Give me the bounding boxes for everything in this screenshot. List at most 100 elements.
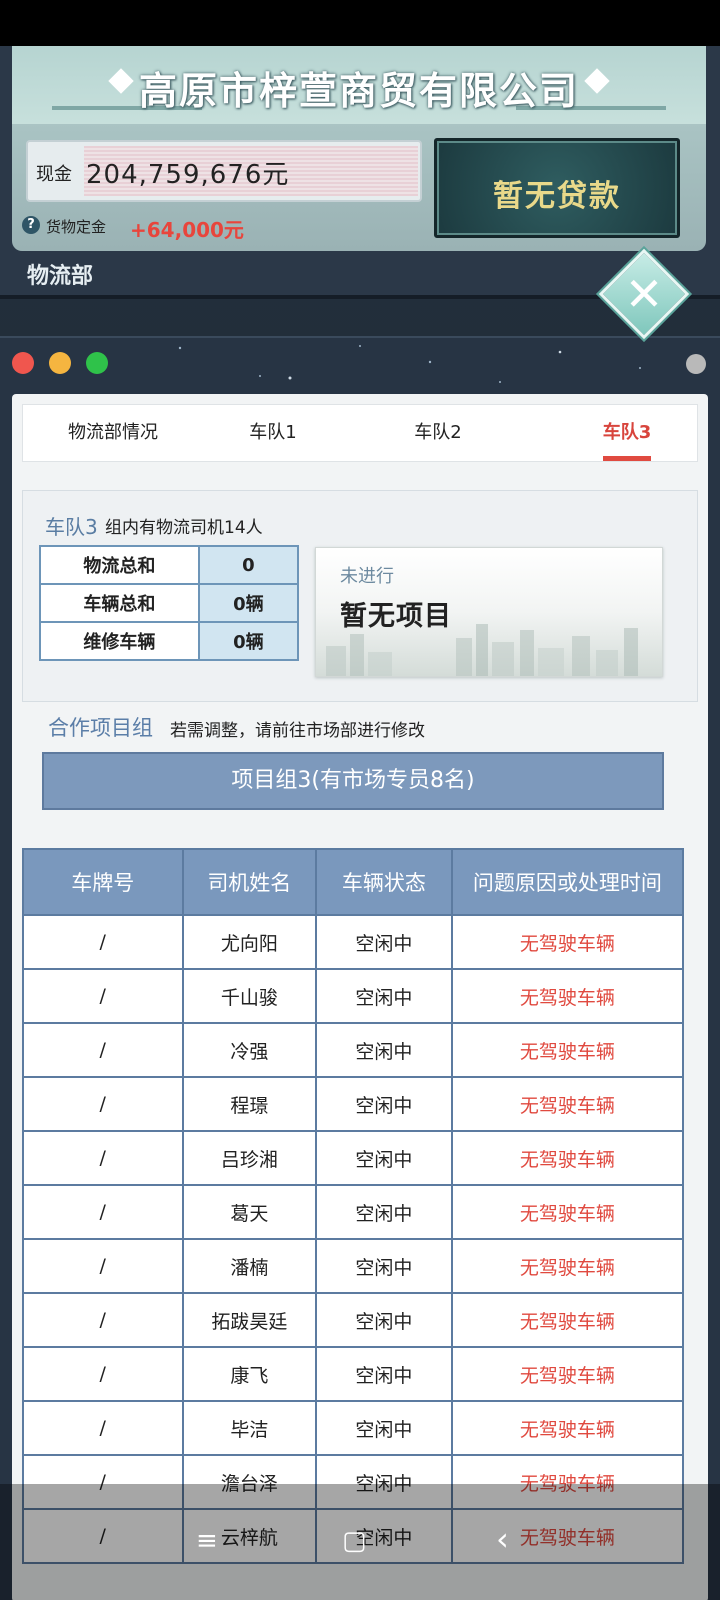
fleet-name: 车队3 <box>45 515 98 539</box>
driver-name-cell: 葛天 <box>181 1184 318 1240</box>
cooperation-hint: 若需调整，请前往市场部进行修改 <box>170 721 425 741</box>
status-cell: 空闲中 <box>315 1292 453 1348</box>
table-header-row: 车牌号 司机姓名 车辆状态 问题原因或处理时间 <box>22 848 685 916</box>
driver-table: 车牌号 司机姓名 车辆状态 问题原因或处理时间 / 尤向阳 空闲中 无驾驶车辆 / 千山… <box>22 848 685 1564</box>
issue-cell: 无驾驶车辆 <box>450 1076 685 1132</box>
driver-name-cell: 潘楠 <box>181 1238 318 1294</box>
loan-button[interactable]: 暂无贷款 <box>434 138 680 238</box>
window-maximize-dot[interactable] <box>86 352 108 374</box>
plate-cell: / <box>22 1238 184 1294</box>
plate-cell: / <box>22 1022 184 1078</box>
window-close-dot[interactable] <box>12 352 34 374</box>
table-row[interactable]: / 吕珍湘 空闲中 无驾驶车辆 <box>22 1130 685 1186</box>
stats-row: 物流总和 0 <box>39 545 300 585</box>
fleet-stats-table: 物流总和 0 车辆总和 0辆 维修车辆 0辆 <box>39 545 300 661</box>
close-icon[interactable]: ✕ <box>612 262 676 326</box>
stats-value: 0辆 <box>197 621 300 661</box>
driver-name-cell: 冷强 <box>181 1022 318 1078</box>
department-label: 物流部 <box>27 264 94 289</box>
issue-cell: 无驾驶车辆 <box>450 1184 685 1240</box>
plate-cell: / <box>22 1076 184 1132</box>
question-icon[interactable]: ? <box>22 216 40 234</box>
cash-box: 现金 204,759,676元 <box>26 140 422 202</box>
table-row[interactable]: / 程璟 空闲中 无驾驶车辆 <box>22 1076 685 1132</box>
plate-cell: / <box>22 1130 184 1186</box>
status-cell: 空闲中 <box>315 1238 453 1294</box>
fleet-summary-card: 车队3 组内有物流司机14人 物流总和 0 车辆总和 0辆 维修车辆 0辆 未进… <box>22 490 698 702</box>
header-vehicle-status: 车辆状态 <box>315 848 453 916</box>
star-background <box>178 345 641 383</box>
loan-label: 暂无贷款 <box>493 179 621 214</box>
fleet-description: 组内有物流司机14人 <box>105 518 263 538</box>
plate-cell: / <box>22 1346 184 1402</box>
header-plate: 车牌号 <box>22 848 184 916</box>
issue-cell: 无驾驶车辆 <box>450 1238 685 1294</box>
table-row[interactable]: / 拓跋昊廷 空闲中 无驾驶车辆 <box>22 1292 685 1348</box>
menu-icon[interactable]: ≡ <box>196 1526 218 1556</box>
plate-cell: / <box>22 1184 184 1240</box>
deposit-label: 货物定金 <box>46 218 107 236</box>
tab-active-indicator <box>603 456 651 461</box>
finance-card: 高原市梓萱商贸有限公司 现金 204,759,676元 ? 货物定金 +64,0… <box>12 46 706 251</box>
app-screen: 高原市梓萱商贸有限公司 现金 204,759,676元 ? 货物定金 +64,0… <box>0 0 720 1600</box>
table-row[interactable]: / 毕洁 空闲中 无驾驶车辆 <box>22 1400 685 1456</box>
issue-cell: 无驾驶车辆 <box>450 1292 685 1348</box>
stats-key: 物流总和 <box>39 545 200 585</box>
issue-cell: 无驾驶车辆 <box>450 1346 685 1402</box>
tab-bar: 物流部情况 车队1 车队2 车队3 <box>22 404 698 462</box>
plate-cell: / <box>22 968 184 1024</box>
plate-cell: / <box>22 1292 184 1348</box>
tab-logistics-overview[interactable]: 物流部情况 <box>33 405 193 463</box>
logistics-window: 物流部情况 车队1 车队2 车队3 车队3 组内有物流司机14人 物流总和 0 … <box>0 336 720 1600</box>
status-bar <box>0 0 720 46</box>
project-group-button[interactable]: 项目组3(有市场专员8名) <box>42 752 664 810</box>
status-cell: 空闲中 <box>315 1184 453 1240</box>
table-row[interactable]: / 千山骏 空闲中 无驾驶车辆 <box>22 968 685 1024</box>
issue-cell: 无驾驶车辆 <box>450 914 685 970</box>
table-row[interactable]: / 葛天 空闲中 无驾驶车辆 <box>22 1184 685 1240</box>
table-row[interactable]: / 康飞 空闲中 无驾驶车辆 <box>22 1346 685 1402</box>
cash-label: 现金 <box>36 164 72 185</box>
table-row[interactable]: / 尤向阳 空闲中 无驾驶车辆 <box>22 914 685 970</box>
stats-key: 维修车辆 <box>39 621 200 661</box>
driver-name-cell: 康飞 <box>181 1346 318 1402</box>
cooperation-group-label: 合作项目组 <box>48 716 153 740</box>
table-row[interactable]: / 潘楠 空闲中 无驾驶车辆 <box>22 1238 685 1294</box>
system-nav-bar: ≡ ▢ ‹ <box>0 1484 720 1600</box>
issue-cell: 无驾驶车辆 <box>450 968 685 1024</box>
window-minimize-dot[interactable] <box>49 352 71 374</box>
stats-value: 0辆 <box>197 583 300 623</box>
project-status: 未进行 <box>340 566 394 587</box>
project-title: 暂无项目 <box>340 601 452 632</box>
status-cell: 空闲中 <box>315 914 453 970</box>
status-cell: 空闲中 <box>315 1346 453 1402</box>
tab-fleet-2[interactable]: 车队2 <box>368 405 508 463</box>
header-issue: 问题原因或处理时间 <box>450 848 685 916</box>
issue-cell: 无驾驶车辆 <box>450 1130 685 1186</box>
driver-name-cell: 程璟 <box>181 1076 318 1132</box>
company-name: 高原市梓萱商贸有限公司 <box>138 69 579 113</box>
table-row[interactable]: / 冷强 空闲中 无驾驶车辆 <box>22 1022 685 1078</box>
issue-cell: 无驾驶车辆 <box>450 1400 685 1456</box>
stats-row: 车辆总和 0辆 <box>39 583 300 623</box>
plate-cell: / <box>22 914 184 970</box>
window-option-dot[interactable] <box>686 354 706 374</box>
deposit-value: +64,000元 <box>130 218 244 242</box>
window-content: 物流部情况 车队1 车队2 车队3 车队3 组内有物流司机14人 物流总和 0 … <box>12 394 708 1600</box>
driver-name-cell: 尤向阳 <box>181 914 318 970</box>
status-cell: 空闲中 <box>315 1400 453 1456</box>
stats-key: 车辆总和 <box>39 583 200 623</box>
status-cell: 空闲中 <box>315 1130 453 1186</box>
issue-cell: 无驾驶车辆 <box>450 1022 685 1078</box>
back-icon[interactable]: ‹ <box>496 1520 509 1558</box>
status-cell: 空闲中 <box>315 1076 453 1132</box>
status-cell: 空闲中 <box>315 1022 453 1078</box>
header-driver-name: 司机姓名 <box>181 848 318 916</box>
stats-row: 维修车辆 0辆 <box>39 621 300 661</box>
tab-fleet-3[interactable]: 车队3 <box>557 405 697 463</box>
tab-fleet-1[interactable]: 车队1 <box>203 405 343 463</box>
driver-name-cell: 拓跋昊廷 <box>181 1292 318 1348</box>
cash-value: 204,759,676元 <box>86 160 290 190</box>
home-icon[interactable]: ▢ <box>342 1526 367 1556</box>
project-card[interactable]: 未进行 暂无项目 <box>315 547 663 677</box>
